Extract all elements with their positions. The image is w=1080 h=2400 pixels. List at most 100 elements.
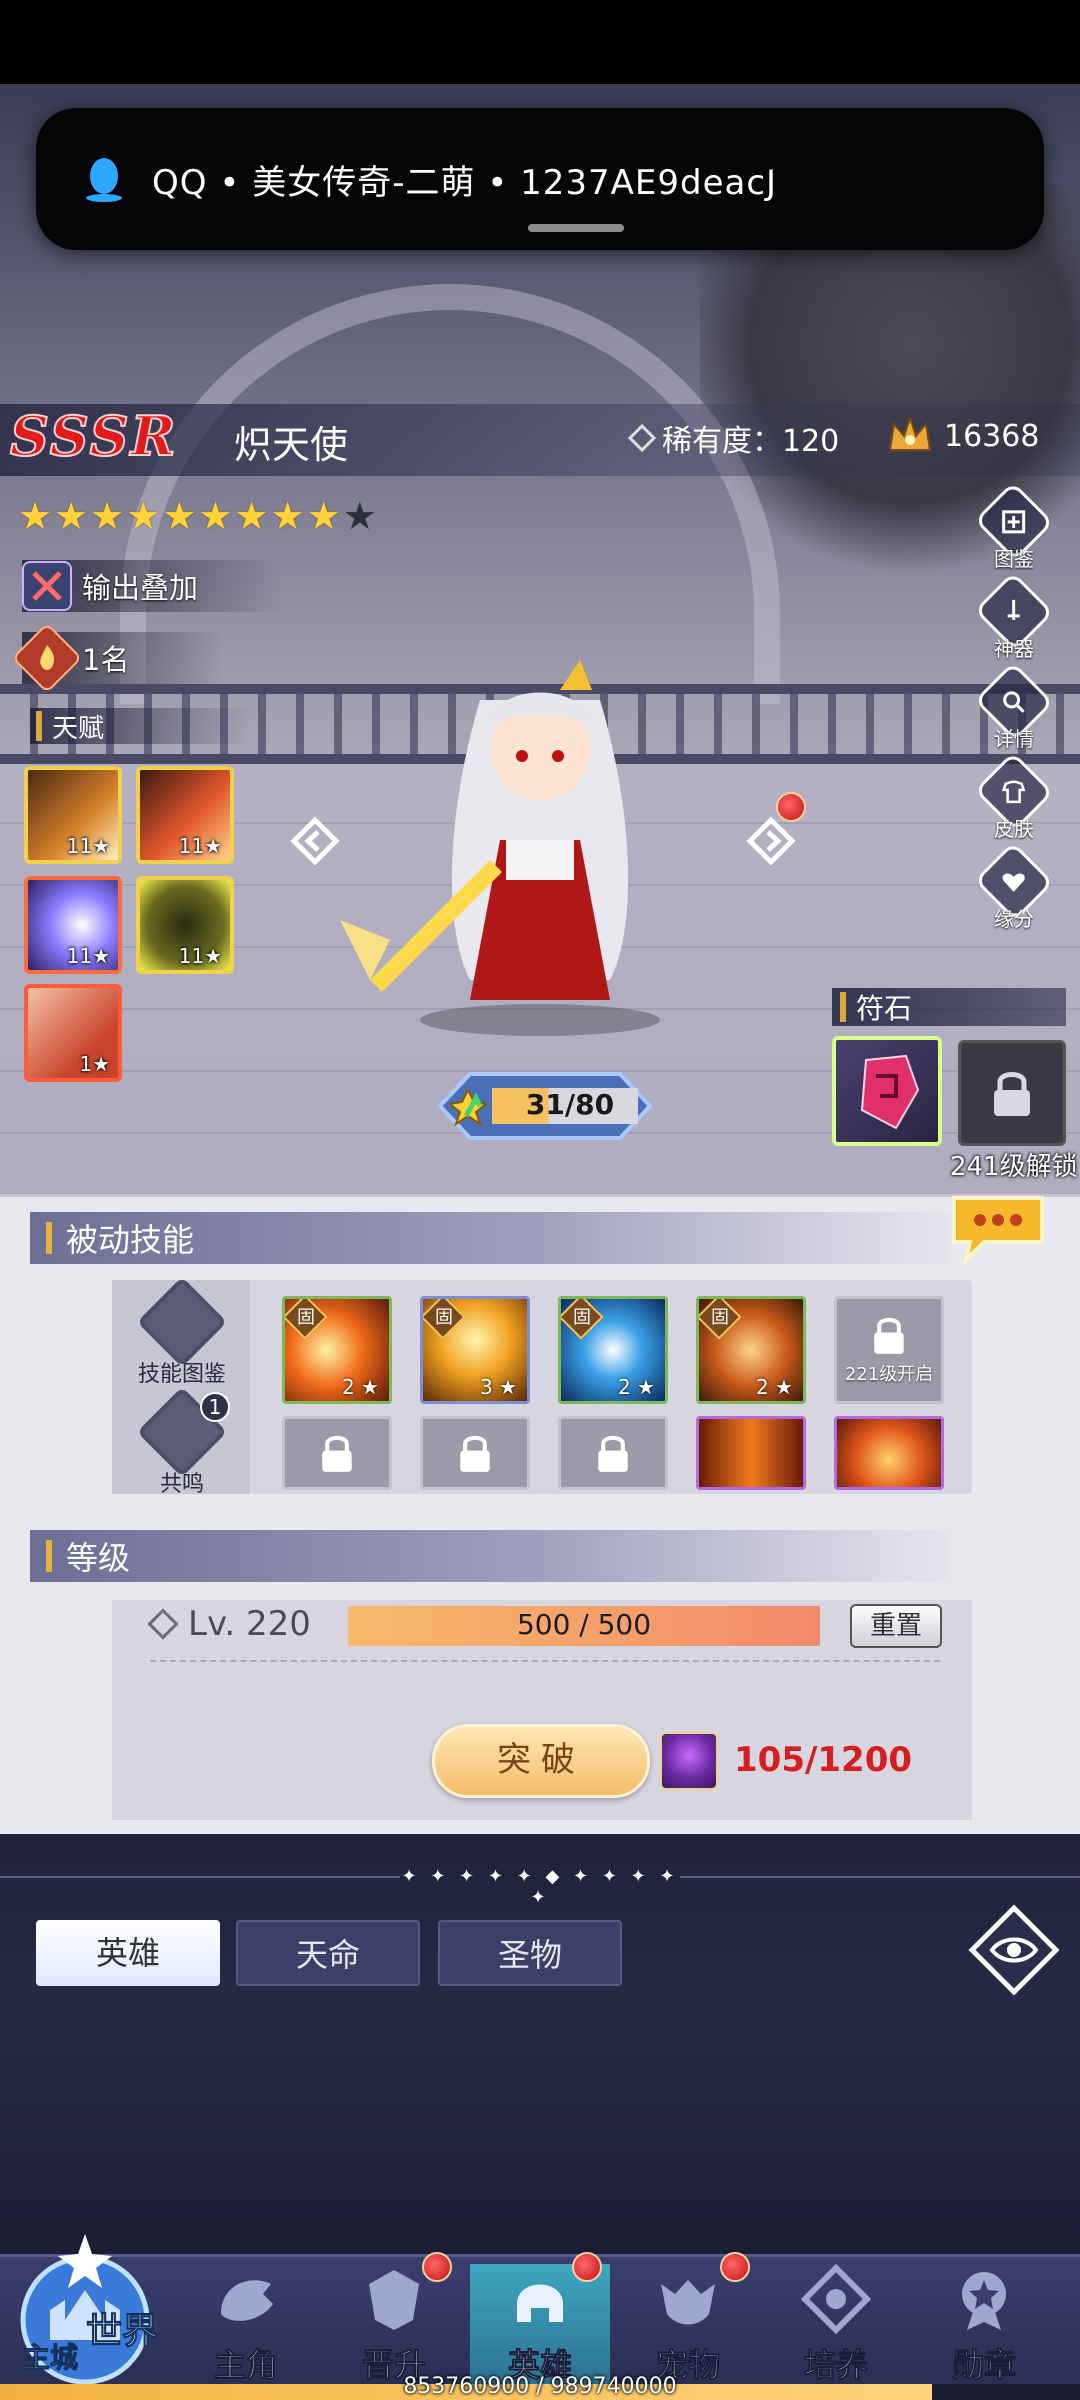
- notification-text: QQ • 美女传奇-二萌 • 1237AE9deacJ: [152, 162, 778, 203]
- tab-hero[interactable]: 英雄: [36, 1920, 220, 1986]
- fixed-badge-label: 固: [573, 1307, 591, 1328]
- tag-output-stack[interactable]: 输出叠加: [22, 560, 282, 612]
- star-icon: ★: [162, 494, 197, 538]
- talent-skill-2[interactable]: 11★: [136, 766, 234, 864]
- tag-rank[interactable]: 1名: [11, 622, 222, 694]
- tag-output-stack-label: 输出叠加: [82, 571, 199, 605]
- beast-icon: [661, 2280, 715, 2325]
- side-btn-artifact[interactable]: 神器: [974, 571, 1054, 662]
- rune-crystal-icon: [860, 1054, 920, 1130]
- account-exp-text: 853760900 / 989740000: [403, 2374, 677, 2399]
- label-bar: [840, 992, 846, 1022]
- helmet-icon: [517, 2284, 563, 2322]
- talent-label: 天赋: [30, 708, 250, 744]
- level-display: Lv. 220: [147, 1604, 311, 1644]
- passive-skill-locked-221[interactable]: 221级开启: [834, 1296, 944, 1404]
- side-btn-skin[interactable]: 皮肤: [974, 751, 1054, 842]
- label-bar: [36, 711, 42, 741]
- star-rating: ★ ★ ★ ★ ★ ★ ★ ★ ★ ★: [18, 496, 377, 536]
- fixed-badge-label: 固: [711, 1307, 729, 1328]
- medal-icon: [962, 2272, 1006, 2330]
- passive-skill-2[interactable]: 固 3 ★: [420, 1296, 530, 1404]
- lock-icon: [322, 1435, 352, 1472]
- lock-icon: [874, 1317, 904, 1354]
- rarity-label: 稀有度：120: [662, 424, 840, 459]
- passive-skill-level: 2 ★: [341, 1375, 379, 1399]
- passive-skill-special-2[interactable]: [834, 1416, 944, 1490]
- passive-skill-1[interactable]: 固 2 ★: [282, 1296, 392, 1404]
- hero-name: 炽天使: [234, 423, 349, 467]
- dragon-head-icon: [221, 2280, 273, 2321]
- promotion-notification-dot: [422, 2252, 452, 2282]
- talent-skill-level: 1★: [79, 1052, 110, 1076]
- reset-button[interactable]: 重置: [850, 1604, 942, 1648]
- side-btn-label: 图鉴: [994, 547, 1034, 571]
- previous-hero-arrow[interactable]: [290, 816, 340, 866]
- passive-lock-text: 221级开启: [844, 1364, 934, 1385]
- star-icon: ★: [90, 494, 125, 538]
- talent-skill-level: 11★: [178, 944, 222, 968]
- world-label: 世界: [85, 2311, 159, 2353]
- purple-orb-icon: [660, 1732, 718, 1790]
- side-btn-label: 皮肤: [994, 817, 1034, 841]
- side-btn-collection[interactable]: 图鉴: [974, 481, 1054, 572]
- passive-skill-4[interactable]: 固 2 ★: [696, 1296, 806, 1404]
- breakthrough-button[interactable]: 突破: [432, 1724, 650, 1798]
- label-bar: [46, 1540, 52, 1572]
- compass-icon: [801, 2264, 871, 2334]
- side-btn-details[interactable]: 详情: [974, 661, 1054, 752]
- talent-skill-1[interactable]: 11★: [24, 766, 122, 864]
- level-value: Lv. 220: [188, 1604, 311, 1644]
- lock-icon: [460, 1435, 490, 1472]
- talent-label-text: 天赋: [52, 713, 105, 744]
- star-icon: ★: [198, 494, 233, 538]
- next-hero-arrow[interactable]: [746, 816, 796, 866]
- talent-skill-5[interactable]: 1★: [24, 984, 122, 1082]
- rune-label: 符石: [832, 988, 1066, 1026]
- rune-label-text: 符石: [856, 992, 913, 1025]
- hero-character-sprite[interactable]: [330, 620, 750, 1040]
- rune-locked-slot[interactable]: [958, 1040, 1066, 1146]
- passive-skill-level: 3 ★: [479, 1375, 517, 1399]
- passive-skill-locked[interactable]: [558, 1416, 668, 1490]
- hero-exp-text: 31/80: [525, 1088, 615, 1121]
- pet-notification-dot: [720, 2252, 750, 2282]
- passive-skill-level: 2 ★: [755, 1375, 793, 1399]
- level-exp-text: 500 / 500: [516, 1608, 652, 1641]
- divider-line: [680, 1876, 1080, 1878]
- passive-skill-special-1[interactable]: [696, 1416, 806, 1490]
- eye-diamond-icon[interactable]: [966, 1902, 1062, 1998]
- tab-destiny[interactable]: 天命: [236, 1920, 420, 1986]
- passive-skill-title: 被动技能: [66, 1221, 195, 1259]
- side-btn-label: 详情: [994, 727, 1034, 751]
- notification-handle[interactable]: [528, 224, 624, 232]
- rune-unlock-text: 241级解锁: [950, 1152, 1078, 1182]
- next-hero-notification-dot: [776, 792, 806, 822]
- passive-skill-locked[interactable]: [420, 1416, 530, 1490]
- star-icon: ★: [306, 494, 341, 538]
- qq-notification[interactable]: QQ • 美女传奇-二萌 • 1237AE9deacJ: [36, 108, 1044, 250]
- tab-relic[interactable]: 圣物: [438, 1920, 622, 1986]
- crown-icon: [888, 414, 932, 451]
- status-bar: [0, 0, 1080, 84]
- lock-icon: [994, 1072, 1030, 1116]
- talent-skill-level: 11★: [66, 944, 110, 968]
- flame-icon: [11, 622, 83, 694]
- side-btn-label: 缘分: [994, 907, 1034, 931]
- skill-catalog-button[interactable]: 技能图鉴: [136, 1276, 228, 1388]
- talent-skill-4[interactable]: 11★: [136, 876, 234, 974]
- passive-skill-locked[interactable]: [282, 1416, 392, 1490]
- star-icon: ★: [234, 494, 269, 538]
- qq-penguin-icon: [86, 158, 122, 202]
- passive-skill-header: 被动技能: [30, 1212, 950, 1264]
- rune-slot[interactable]: [832, 1036, 942, 1146]
- side-btn-bond[interactable]: 缘分: [974, 841, 1054, 932]
- power-value: 16368: [944, 418, 1040, 454]
- passive-skill-3[interactable]: 固 2 ★: [558, 1296, 668, 1404]
- chat-bubble-button[interactable]: [944, 1188, 1052, 1266]
- talent-skill-3[interactable]: 11★: [24, 876, 122, 974]
- city-label: 主城: [21, 2341, 79, 2375]
- rank-badge: SSSR: [9, 403, 178, 469]
- crossed-swords-icon: [22, 561, 72, 611]
- divider-ornament: ✦ ✦ ✦ ✦ ✦ ◆ ✦ ✦ ✦ ✦ ✦: [401, 1866, 679, 1908]
